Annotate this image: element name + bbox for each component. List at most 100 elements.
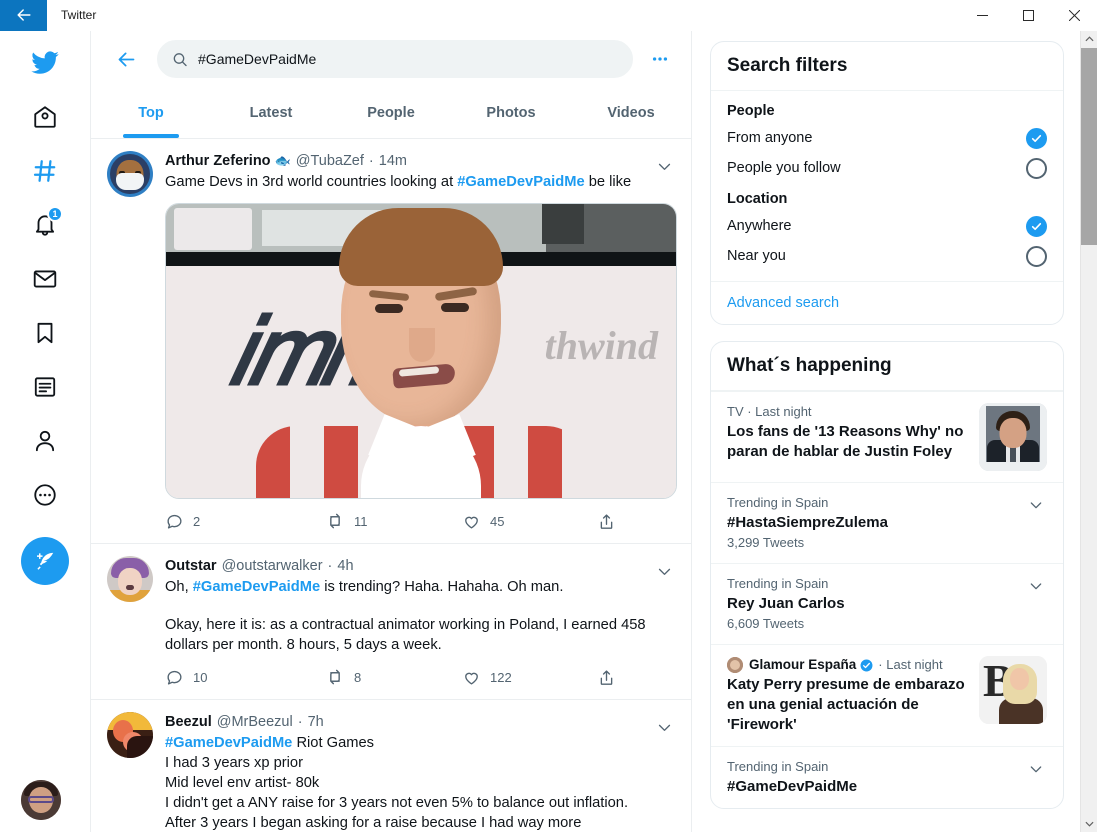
search-input[interactable] (198, 51, 618, 67)
reply-button[interactable]: 2 (165, 512, 325, 531)
maximize-icon (1022, 9, 1034, 21)
filter-anywhere[interactable]: Anywhere (727, 211, 1047, 241)
tweet-hashtag-link[interactable]: #GameDevPaidMe (457, 174, 584, 190)
tweet-menu-caret[interactable] (651, 714, 677, 740)
hashtag-icon (33, 160, 56, 182)
search-header (91, 31, 691, 87)
trend-menu-caret[interactable] (1025, 575, 1047, 597)
tweet-media-image[interactable]: 𝑖𝑚𝑚 thwind (165, 203, 677, 499)
tweet-item[interactable]: Beezul @MrBeezul · 7h #GameDevPaidMe Rio… (91, 700, 691, 832)
tweet-timestamp[interactable]: 4h (337, 556, 353, 576)
filter-from-anyone[interactable]: From anyone (727, 123, 1047, 153)
scroll-up-button[interactable] (1081, 31, 1097, 48)
trend-item[interactable]: Trending in Spain #GameDevPaidMe (711, 746, 1063, 808)
window-back-button[interactable] (0, 0, 47, 31)
search-filters-body: People From anyone People you follow Loc… (711, 91, 1063, 281)
avatar[interactable] (107, 556, 153, 602)
radio-unselected-icon[interactable] (1026, 245, 1047, 267)
sidebar-item-explore[interactable] (21, 147, 69, 195)
tweet-timestamp[interactable]: 14m (379, 151, 407, 171)
avatar[interactable] (107, 151, 153, 197)
location-group-label: Location (727, 191, 788, 207)
avatar-art (107, 556, 153, 602)
sidebar-item-more[interactable] (21, 471, 69, 519)
sidebar-item-lists[interactable] (21, 363, 69, 411)
radio-unselected-icon[interactable] (1026, 157, 1047, 179)
filter-people-you-follow[interactable]: People you follow (727, 153, 1047, 183)
tweet-item[interactable]: Arthur Zeferino 🐟 @TubaZef · 14m Game De… (91, 139, 691, 544)
sidebar-item-profile[interactable] (21, 417, 69, 465)
tweet-author-name[interactable]: Outstar (165, 556, 217, 576)
verified-badge-icon (860, 659, 873, 672)
retweet-button[interactable]: 11 (325, 511, 462, 531)
trend-item[interactable]: Glamour España · Last night Katy Perry p… (711, 644, 1063, 746)
page-scrollbar[interactable] (1080, 31, 1097, 832)
trend-thumbnail[interactable] (979, 403, 1047, 471)
scrollbar-thumb[interactable] (1081, 48, 1097, 245)
source-avatar (727, 657, 743, 673)
tweet-menu-caret[interactable] (651, 558, 677, 584)
tweet-hashtag-link[interactable]: #GameDevPaidMe (165, 735, 292, 751)
trend-tweet-count: 3,299 Tweets (727, 535, 805, 550)
close-button[interactable] (1051, 0, 1097, 31)
compose-tweet-button[interactable] (21, 537, 69, 585)
tweet-author-handle[interactable]: @MrBeezul (217, 712, 293, 732)
radio-selected-icon[interactable] (1026, 127, 1047, 149)
trend-thumbnail[interactable]: B (979, 656, 1047, 724)
reply-button[interactable]: 10 (165, 668, 325, 687)
search-back-button[interactable] (109, 42, 143, 76)
sidebar-item-twitter-logo[interactable] (21, 39, 69, 87)
advanced-search-link[interactable]: Advanced search (711, 281, 1063, 324)
like-button[interactable]: 122 (462, 668, 597, 687)
tweet-timestamp[interactable]: 7h (308, 712, 324, 732)
tweet-author-handle[interactable]: @TubaZef (296, 151, 364, 171)
minimize-icon (976, 14, 988, 16)
tweet-author-handle[interactable]: @outstarwalker (222, 556, 323, 576)
avatar[interactable] (107, 712, 153, 758)
tab-photos[interactable]: Photos (451, 87, 571, 138)
tab-people[interactable]: People (331, 87, 451, 138)
search-result-tabs: Top Latest People Photos Videos (91, 87, 691, 139)
close-icon (1068, 9, 1080, 21)
radio-selected-icon[interactable] (1026, 215, 1047, 237)
trend-tweet-count: 6,609 Tweets (727, 616, 805, 631)
minimize-button[interactable] (959, 0, 1005, 31)
tab-latest[interactable]: Latest (211, 87, 331, 138)
tweet-paragraph-2: Okay, here it is: as a contractual anima… (165, 617, 646, 653)
sidebar-item-notifications[interactable]: 1 (21, 201, 69, 249)
retweet-button[interactable]: 8 (325, 667, 462, 687)
tweet-author-name[interactable]: Beezul (165, 712, 212, 732)
trend-item[interactable]: Trending in Spain #HastaSiempreZulema 3,… (711, 482, 1063, 563)
tweet-hashtag-link[interactable]: #GameDevPaidMe (193, 579, 320, 595)
tweet-separator: · (368, 153, 374, 169)
share-button[interactable] (597, 512, 616, 531)
tweet-text-after: be like (584, 174, 632, 190)
tweet-item[interactable]: Outstar @outstarwalker · 4h Oh, #GameDev… (91, 544, 691, 700)
trend-menu-caret[interactable] (1025, 494, 1047, 516)
avatar-art (21, 780, 61, 820)
trend-menu-caret[interactable] (1025, 758, 1047, 780)
search-filters-title: Search filters (711, 42, 1063, 91)
trend-title: Rey Juan Carlos (727, 595, 845, 612)
tab-videos[interactable]: Videos (571, 87, 691, 138)
share-button[interactable] (597, 668, 616, 687)
tweet-body: Arthur Zeferino 🐟 @TubaZef · 14m Game De… (165, 151, 677, 543)
trend-item[interactable]: Trending in Spain Rey Juan Carlos 6,609 … (711, 563, 1063, 644)
sidebar-item-home[interactable] (21, 93, 69, 141)
window-controls (959, 0, 1097, 31)
trend-item[interactable]: TV · Last night Los fans de '13 Reasons … (711, 391, 1063, 482)
maximize-button[interactable] (1005, 0, 1051, 31)
tweet-menu-caret[interactable] (651, 153, 677, 179)
account-avatar[interactable] (21, 780, 61, 820)
tweet-author-name[interactable]: Arthur Zeferino (165, 151, 271, 171)
tweet-header: Beezul @MrBeezul · 7h (165, 712, 677, 732)
scroll-down-button[interactable] (1081, 815, 1097, 832)
filter-near-you[interactable]: Near you (727, 241, 1047, 271)
search-box[interactable] (157, 40, 633, 78)
trend-source-name[interactable]: Glamour España (749, 656, 856, 674)
like-button[interactable]: 45 (462, 512, 597, 531)
search-more-button[interactable] (643, 42, 677, 76)
sidebar-item-messages[interactable] (21, 255, 69, 303)
sidebar-item-bookmarks[interactable] (21, 309, 69, 357)
tab-top[interactable]: Top (91, 87, 211, 138)
